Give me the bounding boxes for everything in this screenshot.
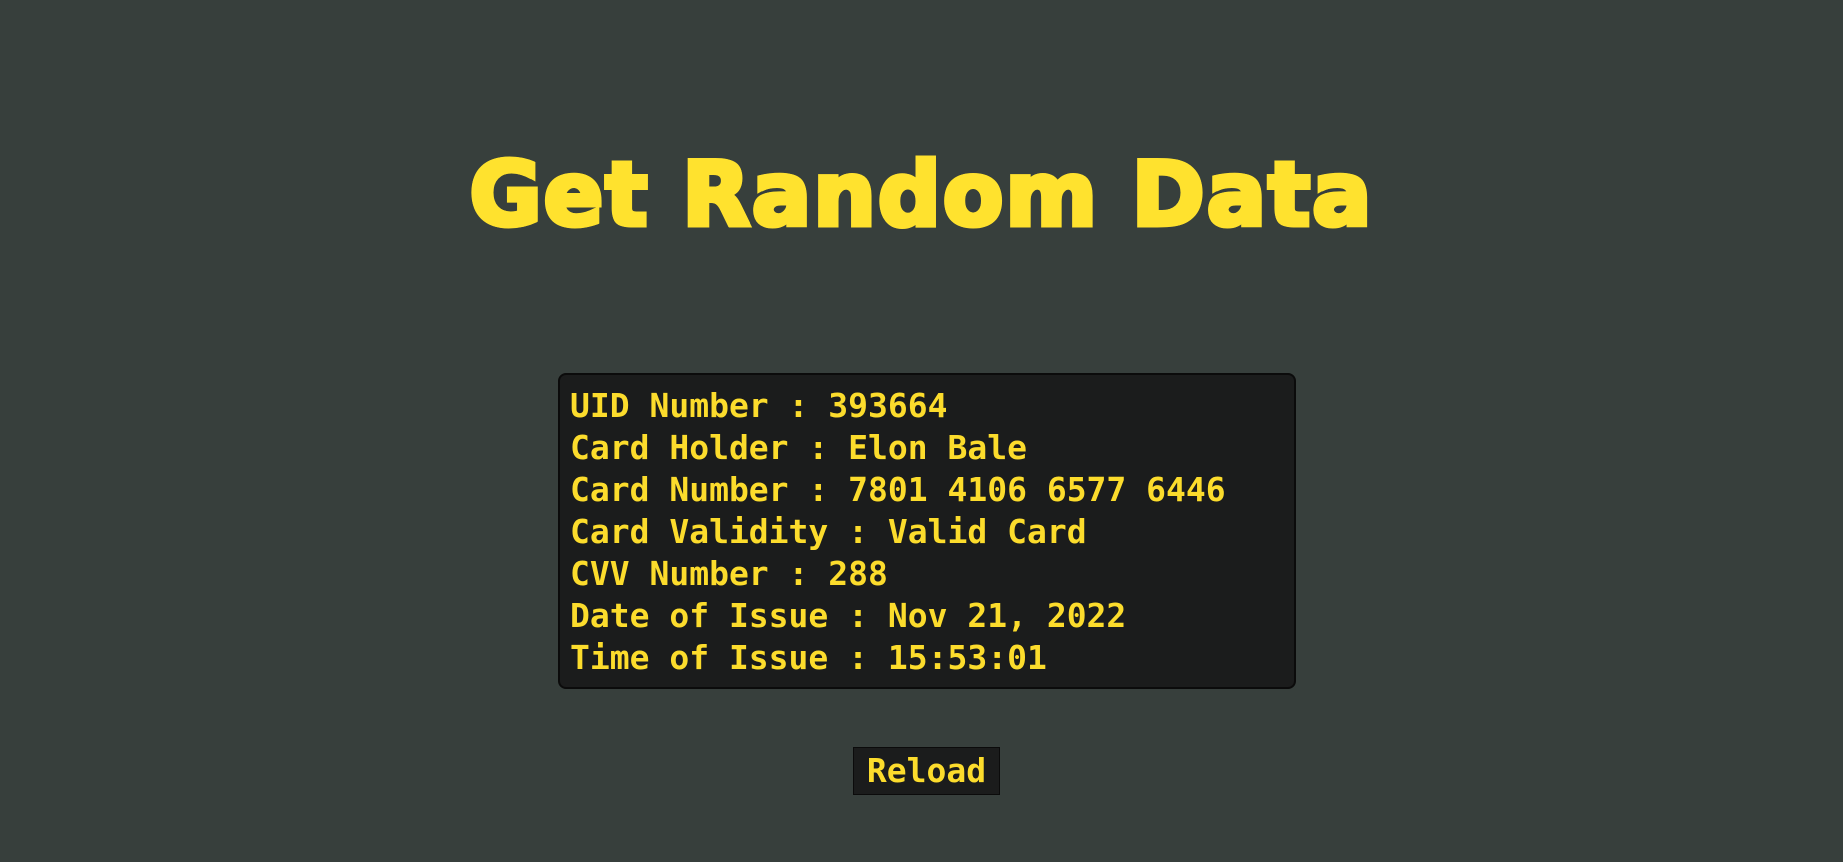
date-of-issue-row: Date of Issue : Nov 21, 2022 [570, 596, 1127, 635]
time-of-issue-row: Time of Issue : 15:53:01 [570, 638, 1047, 677]
uid-number-row: UID Number : 393664 [570, 386, 948, 425]
card-holder-row: Card Holder : Elon Bale [570, 428, 1027, 467]
reload-button[interactable]: Reload [853, 747, 1000, 795]
cvv-number-row: CVV Number : 288 [570, 554, 888, 593]
card-number-row: Card Number : 7801 4106 6577 6446 [570, 470, 1226, 509]
card-info-panel: UID Number : 393664 Card Holder : Elon B… [558, 373, 1296, 689]
page-title: Get Random Data [467, 141, 1374, 249]
card-validity-row: Card Validity : Valid Card [570, 512, 1087, 551]
